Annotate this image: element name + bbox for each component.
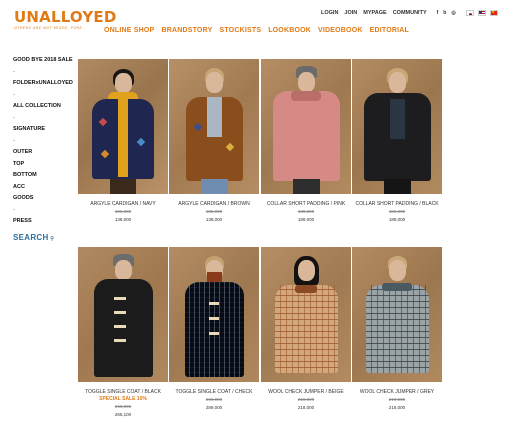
product-photo[interactable] bbox=[352, 59, 442, 194]
product-card[interactable]: ARGYLE CARDIGAN / BROWN 135,000 138,000 bbox=[169, 59, 259, 222]
language-selector bbox=[465, 10, 498, 16]
sidebar-item-signature[interactable]: SIGNATURE bbox=[13, 124, 75, 136]
product-name[interactable]: ARGYLE CARDIGAN / NAVY bbox=[78, 201, 168, 207]
product-name[interactable]: WOOL CHECK JUMPER / GREY bbox=[352, 389, 442, 395]
sidebar-divider: - bbox=[13, 206, 15, 213]
product-original-price: 185,000 bbox=[297, 209, 315, 214]
usa-flag-icon[interactable] bbox=[477, 10, 486, 16]
product-photo[interactable] bbox=[78, 247, 168, 382]
sidebar-item-press[interactable]: PRESS bbox=[13, 216, 75, 228]
product-original-price: 265,000 bbox=[114, 404, 132, 409]
product-name[interactable]: WOOL CHECK JUMPER / BEIGE bbox=[261, 389, 351, 395]
product-card[interactable]: ARGYLE CARDIGAN / NAVY 135,000 138,000 bbox=[78, 59, 168, 222]
login-link[interactable]: LOGIN bbox=[321, 10, 338, 16]
product-price: 218,000 bbox=[388, 405, 406, 410]
product-card[interactable]: TOGGLE SINGLE COAT / BLACK SPECIAL SALE … bbox=[78, 247, 168, 417]
korea-flag-icon[interactable] bbox=[465, 10, 474, 16]
brand-wordmark: UNALLOYED bbox=[14, 8, 117, 26]
sidebar-divider: - bbox=[13, 137, 15, 144]
product-name[interactable]: COLLAR SHORT PADDING / BLACK bbox=[352, 201, 442, 207]
product-price: 138,000 bbox=[205, 217, 223, 222]
join-link[interactable]: JOIN bbox=[344, 10, 357, 16]
nav-stockists[interactable]: STOCKISTS bbox=[219, 27, 261, 34]
search-button[interactable]: SEARCH ⚲ bbox=[13, 233, 75, 242]
brand-logo[interactable]: UNALLOYED OTHERS ARE NOT MIXED, PURE bbox=[14, 9, 117, 30]
facebook-icon[interactable]: f bbox=[437, 10, 439, 16]
sidebar-divider: - bbox=[13, 68, 15, 75]
product-original-price: 218,000 bbox=[388, 397, 406, 402]
product-name[interactable]: TOGGLE SINGLE COAT / BLACK bbox=[78, 389, 168, 395]
nav-online-shop[interactable]: ONLINE SHOP bbox=[104, 27, 154, 34]
sidebar-item-folder-collab[interactable]: FOLDERxUNALLOYED bbox=[13, 78, 75, 90]
product-card[interactable]: WOOL CHECK JUMPER / BEIGE 218,000 218,00… bbox=[261, 247, 351, 410]
sidebar-item-bottom[interactable]: BOTTOM bbox=[13, 170, 75, 182]
product-name[interactable]: ARGYLE CARDIGAN / BROWN bbox=[169, 201, 259, 207]
product-name[interactable]: TOGGLE SINGLE COAT / CHECK bbox=[169, 389, 259, 395]
nav-videobook[interactable]: VIDEOBOOK bbox=[318, 27, 363, 34]
sidebar-divider: - bbox=[13, 114, 15, 121]
utility-bar: LOGIN JOIN MYPAGE COMMUNITY f b ◎ bbox=[321, 10, 498, 16]
product-price: 189,000 bbox=[388, 217, 406, 222]
product-price: 138,000 bbox=[114, 217, 132, 222]
product-photo[interactable] bbox=[169, 59, 259, 194]
product-original-price: 218,000 bbox=[297, 397, 315, 402]
product-photo[interactable] bbox=[261, 59, 351, 194]
social-links: f b ◎ bbox=[437, 10, 456, 16]
instagram-icon[interactable]: ◎ bbox=[451, 10, 455, 16]
sidebar-item-goods[interactable]: GOODS bbox=[13, 193, 75, 205]
blog-icon[interactable]: b bbox=[443, 10, 446, 16]
sidebar-item-outer[interactable]: OUTER bbox=[13, 147, 75, 159]
product-card[interactable]: WOOL CHECK JUMPER / GREY 218,000 218,000 bbox=[352, 247, 442, 410]
product-card[interactable]: COLLAR SHORT PADDING / BLACK 185,000 189… bbox=[352, 59, 442, 222]
product-photo[interactable] bbox=[261, 247, 351, 382]
china-flag-icon[interactable] bbox=[489, 10, 498, 16]
category-sidebar: GOOD BYE 2018 SALE - FOLDERxUNALLOYED - … bbox=[13, 55, 75, 242]
mypage-link[interactable]: MYPAGE bbox=[363, 10, 386, 16]
product-price: 218,000 bbox=[297, 405, 315, 410]
product-original-price: 185,000 bbox=[388, 209, 406, 214]
product-card[interactable]: TOGGLE SINGLE COAT / CHECK 285,000 289,0… bbox=[169, 247, 259, 410]
search-label: SEARCH bbox=[13, 232, 49, 242]
sidebar-divider: - bbox=[13, 91, 15, 98]
product-price: 189,000 bbox=[297, 217, 315, 222]
sidebar-item-sale[interactable]: GOOD BYE 2018 SALE bbox=[13, 55, 75, 67]
magnifier-icon: ⚲ bbox=[48, 235, 55, 242]
sale-badge: SPECIAL SALE 10% bbox=[99, 396, 147, 402]
community-link[interactable]: COMMUNITY bbox=[393, 10, 427, 16]
product-photo[interactable] bbox=[169, 247, 259, 382]
product-price: 289,000 bbox=[205, 405, 223, 410]
nav-lookbook[interactable]: LOOKBOOK bbox=[268, 27, 311, 34]
product-photo[interactable] bbox=[78, 59, 168, 194]
sidebar-item-all-collection[interactable]: ALL COLLECTION bbox=[13, 101, 75, 113]
product-name[interactable]: COLLAR SHORT PADDING / PINK bbox=[261, 201, 351, 207]
main-nav: ONLINE SHOP BRANDSTORY STOCKISTS LOOKBOO… bbox=[104, 27, 409, 34]
sidebar-item-acc[interactable]: ACC bbox=[13, 182, 75, 194]
nav-brandstory[interactable]: BRANDSTORY bbox=[161, 27, 212, 34]
nav-editorial[interactable]: EDITORIAL bbox=[370, 27, 409, 34]
product-card[interactable]: COLLAR SHORT PADDING / PINK 185,000 189,… bbox=[261, 59, 351, 222]
product-price: 265,100 bbox=[114, 412, 132, 417]
brand-tagline: OTHERS ARE NOT MIXED, PURE bbox=[14, 26, 83, 30]
product-photo[interactable] bbox=[352, 247, 442, 382]
product-original-price: 135,000 bbox=[114, 209, 132, 214]
product-original-price: 135,000 bbox=[205, 209, 223, 214]
sidebar-item-top[interactable]: TOP bbox=[13, 159, 75, 171]
product-original-price: 285,000 bbox=[205, 397, 223, 402]
